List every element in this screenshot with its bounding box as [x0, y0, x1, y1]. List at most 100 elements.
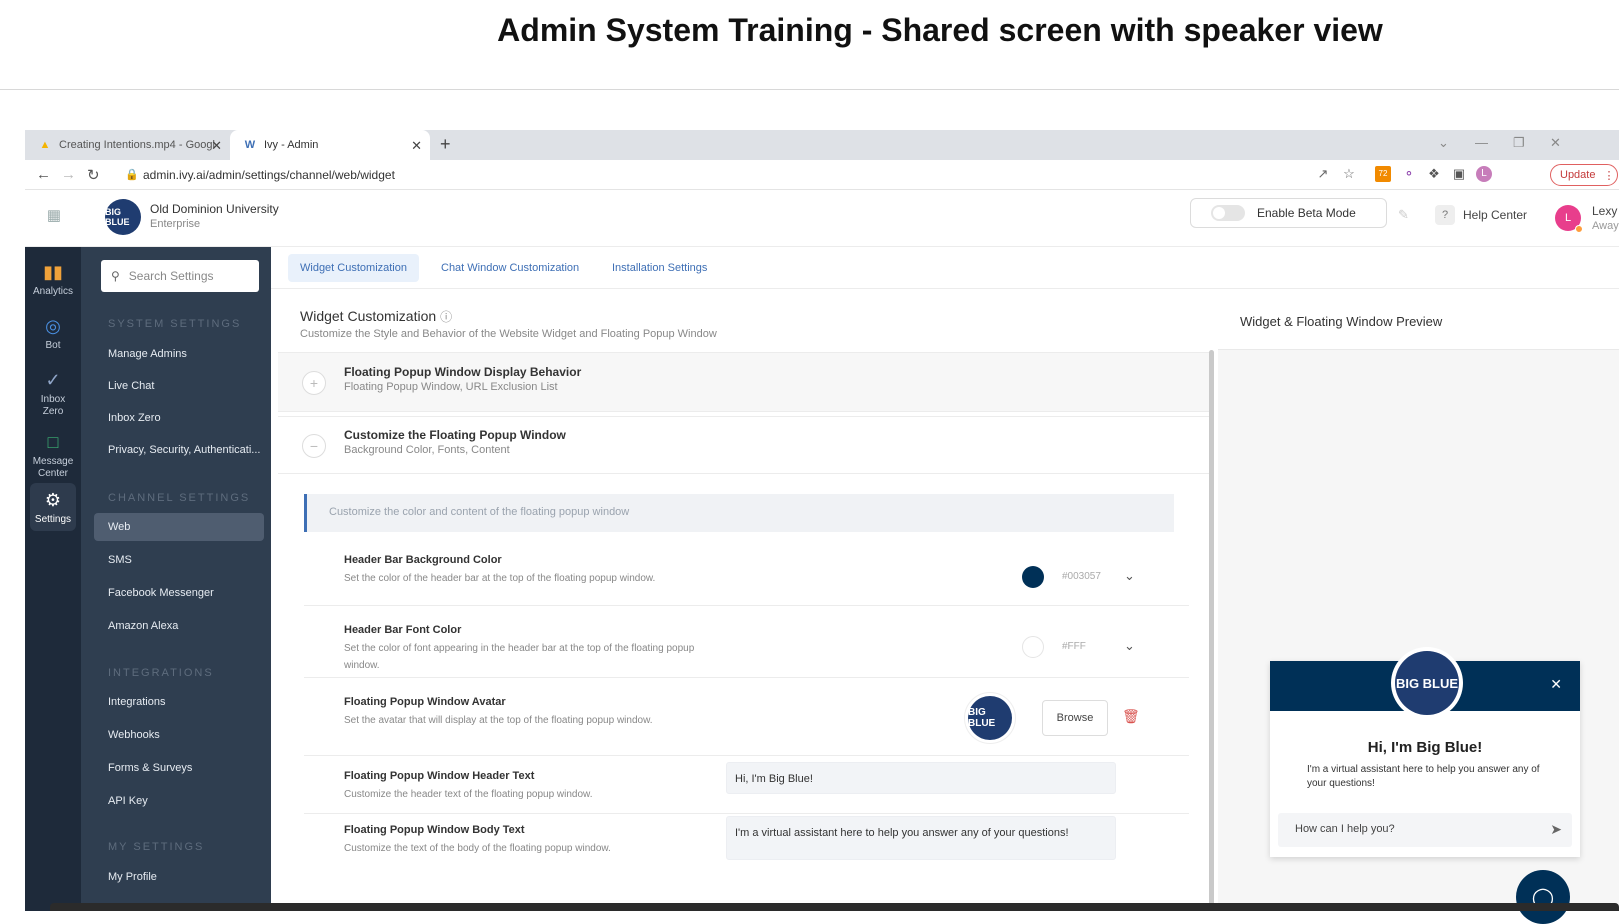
color-swatch[interactable] — [1022, 566, 1044, 588]
section-heading-system: SYSTEM SETTINGS — [108, 318, 242, 330]
sidebar-item-manage-admins[interactable]: Manage Admins — [108, 348, 187, 360]
minimize-icon[interactable]: — — [1475, 135, 1488, 150]
rail-item-bot[interactable]: ◎ Bot — [25, 315, 81, 351]
rail-item-settings[interactable]: ⚙ Settings — [30, 483, 76, 531]
tab-chat-window-customization[interactable]: Chat Window Customization — [429, 254, 591, 282]
update-button[interactable]: Update ⋮ — [1550, 164, 1618, 186]
browser-tab-bar: ▲ Creating Intentions.mp4 - Googl ✕ W Iv… — [25, 130, 1619, 160]
color-swatch[interactable] — [1022, 636, 1044, 658]
sidebar-item-inbox-zero[interactable]: Inbox Zero — [108, 412, 161, 424]
setting-label: Floating Popup Window Header Text — [344, 770, 535, 782]
setting-description: Set the avatar that will display at the … — [344, 715, 653, 726]
setting-row-header-font-color: Header Bar Font Color Set the color of f… — [304, 610, 1189, 678]
beta-label: Enable Beta Mode — [1257, 206, 1356, 220]
sidebar-item-forms[interactable]: Forms & Surveys — [108, 762, 192, 774]
sidebar-item-webhooks[interactable]: Webhooks — [108, 729, 160, 741]
sidebar-item-integrations[interactable]: Integrations — [108, 696, 165, 708]
sidepanel-icon[interactable]: ▣ — [1451, 166, 1467, 182]
sidebar-item-privacy[interactable]: Privacy, Security, Authenticati... — [108, 444, 260, 456]
accordion-subtitle: Background Color, Fonts, Content — [344, 444, 510, 456]
search-icon: ⚲ — [111, 269, 120, 283]
setting-row-body-text: Floating Popup Window Body Text Customiz… — [304, 816, 1189, 876]
rail-item-message-center[interactable]: □ Message Center — [25, 431, 81, 480]
org-logo: BIG BLUE — [105, 199, 141, 235]
lock-icon: 🔒 — [125, 169, 139, 181]
floating-popup-preview: BIG BLUE ✕ Hi, I'm Big Blue! I'm a virtu… — [1270, 647, 1580, 857]
accordion-title: Floating Popup Window Display Behavior — [344, 365, 582, 379]
sidebar-item-alexa[interactable]: Amazon Alexa — [108, 620, 178, 632]
sidebar-item-facebook[interactable]: Facebook Messenger — [108, 587, 214, 599]
screen-share-bar — [50, 903, 1619, 911]
rail-item-analytics[interactable]: ▮▮ Analytics — [25, 261, 81, 297]
header-text-input[interactable]: Hi, I'm Big Blue! — [726, 762, 1116, 794]
toggle-switch[interactable] — [1211, 205, 1245, 221]
accordion-title: Customize the Floating Popup Window — [344, 428, 566, 442]
expand-icon[interactable]: + — [302, 371, 326, 395]
sidebar-item-api-key[interactable]: API Key — [108, 795, 148, 807]
trash-icon[interactable]: 🗑 — [1122, 708, 1140, 725]
info-icon[interactable]: ⓘ — [440, 310, 452, 324]
settings-sidebar: ⚲ Search Settings SYSTEM SETTINGS Manage… — [81, 247, 271, 911]
scrollbar[interactable] — [1209, 350, 1214, 911]
search-input[interactable]: ⚲ Search Settings — [101, 260, 259, 292]
more-icon: ⋮ — [1603, 169, 1615, 182]
accordion-display-behavior[interactable]: + Floating Popup Window Display Behavior… — [278, 352, 1212, 412]
user-avatar[interactable]: L — [1555, 205, 1583, 233]
app-nav-rail: ▮▮ Analytics ◎ Bot ✓ Inbox Zero □ Messag… — [25, 247, 81, 911]
question-icon: ? — [1435, 205, 1455, 225]
new-tab-icon[interactable]: + — [440, 134, 451, 155]
user-name: Lexy — [1592, 204, 1618, 218]
puzzle-icon[interactable]: ❖ — [1426, 166, 1442, 182]
chevron-down-icon[interactable]: ⌄ — [1438, 135, 1449, 151]
extension-icon[interactable]: ⚬ — [1401, 166, 1417, 182]
tab-widget-customization[interactable]: Widget Customization — [288, 254, 419, 282]
setting-description: Set the color of font appearing in the h… — [344, 643, 695, 671]
help-center-link[interactable]: ? Help Center — [1435, 205, 1527, 225]
info-banner: Customize the color and content of the f… — [304, 494, 1174, 532]
org-plan: Enterprise — [150, 218, 201, 230]
profile-avatar[interactable]: L — [1476, 166, 1492, 182]
sidebar-item-sms[interactable]: SMS — [108, 554, 132, 566]
apps-grid-icon[interactable]: ▦ — [43, 206, 65, 228]
url-input[interactable]: admin.ivy.ai/admin/settings/channel/web/… — [143, 168, 395, 182]
star-icon[interactable]: ☆ — [1341, 166, 1357, 182]
forward-icon[interactable]: → — [61, 166, 76, 183]
title-divider — [0, 89, 1619, 90]
update-label: Update — [1560, 169, 1596, 181]
setting-description: Set the color of the header bar at the t… — [344, 573, 656, 584]
sidebar-item-web[interactable]: Web — [94, 513, 264, 541]
pencil-icon[interactable]: ✎ — [1398, 207, 1409, 223]
accordion-customize-popup[interactable]: − Customize the Floating Popup Window Ba… — [278, 416, 1212, 474]
chat-widget-button[interactable]: ◯ — [1516, 870, 1570, 924]
restore-icon[interactable]: ❐ — [1513, 135, 1525, 151]
accordion-subtitle: Floating Popup Window, URL Exclusion Lis… — [344, 381, 558, 393]
popup-chat-input[interactable]: How can I help you? ➤ — [1278, 813, 1572, 847]
close-icon[interactable]: ✕ — [211, 138, 222, 154]
chevron-down-icon[interactable]: ⌄ — [1124, 638, 1135, 654]
beta-mode-toggle[interactable]: Enable Beta Mode — [1190, 198, 1387, 228]
reload-icon[interactable]: ↻ — [87, 166, 100, 184]
bar-chart-icon: ▮▮ — [43, 262, 63, 282]
close-icon[interactable]: ✕ — [411, 138, 422, 154]
extension-badge-icon[interactable]: 72 — [1375, 166, 1391, 182]
back-icon[interactable]: ← — [36, 166, 51, 183]
sidebar-item-live-chat[interactable]: Live Chat — [108, 380, 154, 392]
browse-button[interactable]: Browse — [1042, 700, 1108, 736]
share-icon[interactable]: ↗ — [1315, 166, 1331, 182]
rail-item-inbox-zero[interactable]: ✓ Inbox Zero — [25, 369, 81, 418]
send-icon[interactable]: ➤ — [1550, 821, 1562, 838]
collapse-icon[interactable]: − — [302, 434, 326, 458]
browser-tab-drive[interactable]: ▲ Creating Intentions.mp4 - Googl ✕ — [25, 130, 230, 160]
hex-value: #003057 — [1062, 571, 1101, 582]
avatar-preview: BIG BLUE — [964, 692, 1016, 744]
preview-title: Widget & Floating Window Preview — [1218, 296, 1619, 350]
browser-tab-ivy[interactable]: W Ivy - Admin ✕ — [230, 130, 430, 160]
chevron-down-icon[interactable]: ⌄ — [1124, 568, 1135, 584]
sidebar-item-my-profile[interactable]: My Profile — [108, 871, 157, 883]
close-icon[interactable]: ✕ — [1550, 676, 1562, 693]
body-text-input[interactable]: I'm a virtual assistant here to help you… — [726, 816, 1116, 860]
setting-label: Header Bar Font Color — [344, 624, 462, 636]
window-close-icon[interactable]: ✕ — [1550, 135, 1561, 151]
tab-installation-settings[interactable]: Installation Settings — [600, 254, 719, 282]
gear-icon: ⚙ — [44, 490, 62, 510]
